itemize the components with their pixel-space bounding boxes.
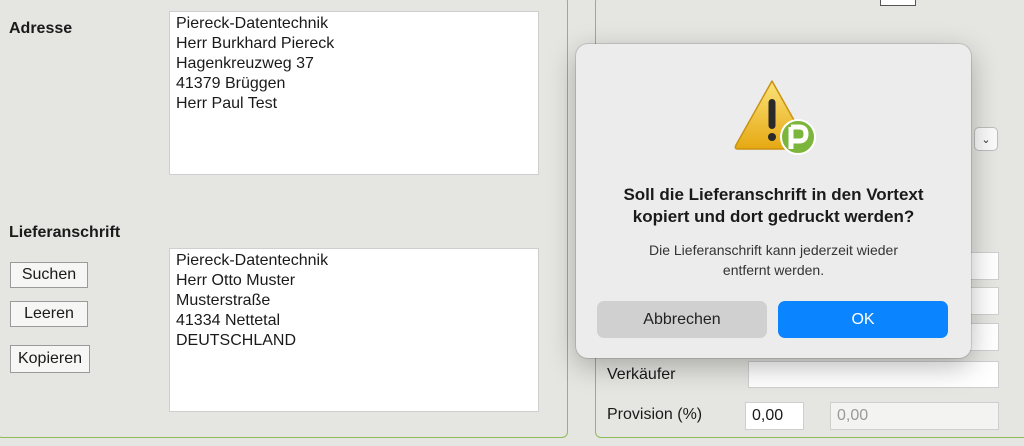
dialog-message-line: Die Lieferanschrift kann jederzeit wiede… [648, 242, 898, 258]
address-line: Herr Burkhard Piereck [176, 35, 335, 52]
search-button[interactable]: Suchen [10, 262, 88, 288]
ok-button[interactable]: OK [778, 301, 948, 338]
address-line: 41379 Brüggen [176, 75, 286, 92]
warning-icon [734, 80, 816, 155]
seller-field[interactable] [748, 361, 999, 388]
clear-button[interactable]: Leeren [10, 301, 88, 327]
address-line: Piereck-Datentechnik [176, 15, 329, 32]
dialog-message-line: entfernt werden. [722, 262, 825, 278]
address-line: Herr Paul Test [176, 95, 278, 112]
commission-label: Provision (%) [607, 406, 703, 423]
delivery-address-textarea[interactable]: Piereck-Datentechnik Herr Otto Muster Mu… [169, 248, 539, 412]
dialog-title-line: Soll die Lieferanschrift in den Vortext [623, 185, 924, 204]
dialog-title: Soll die Lieferanschrift in den Vortext … [596, 184, 951, 228]
address-line: Hagenkreuzweg 37 [176, 55, 314, 72]
printer-icon[interactable] [880, 0, 916, 6]
cancel-button[interactable]: Abbrechen [597, 301, 767, 338]
address-label: Adresse [9, 20, 73, 37]
delivery-line: 41334 Nettetal [176, 312, 281, 329]
delivery-line: Herr Otto Muster [176, 272, 296, 289]
dialog-title-line: kopiert und dort gedruckt werden? [632, 207, 915, 226]
delivery-address-label: Lieferanschrift [9, 224, 121, 241]
commission-amount-field: 0,00 [830, 402, 999, 430]
delivery-line: Piereck-Datentechnik [176, 252, 329, 269]
delivery-line: DEUTSCHLAND [176, 332, 297, 349]
copy-button[interactable]: Kopieren [10, 345, 90, 373]
delivery-line: Musterstraße [176, 292, 271, 309]
app-badge-icon [780, 119, 816, 155]
address-textarea[interactable]: Piereck-Datentechnik Herr Burkhard Piere… [169, 11, 539, 175]
commission-input[interactable]: 0,00 [745, 402, 804, 430]
chevron-down-icon[interactable]: ⌄ [974, 127, 998, 151]
seller-label: Verkäufer [607, 366, 676, 383]
dialog-message: Die Lieferanschrift kann jederzeit wiede… [606, 240, 941, 280]
confirm-dialog: Soll die Lieferanschrift in den Vortext … [576, 44, 971, 358]
